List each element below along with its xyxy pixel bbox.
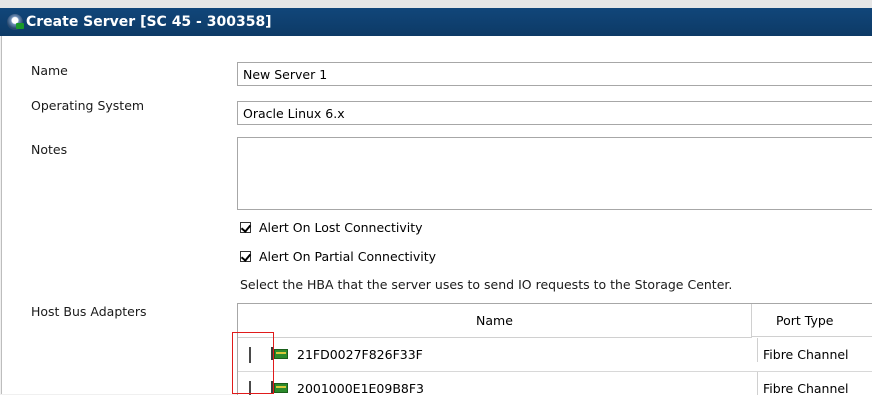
server-app-icon (7, 14, 24, 30)
column-header-port-type[interactable]: Port Type (752, 304, 872, 337)
alert-lost-connectivity-checkbox[interactable] (240, 222, 251, 233)
notes-textarea[interactable] (237, 137, 872, 210)
host-bus-adapters-label: Host Bus Adapters (31, 304, 147, 319)
dialog-title: Create Server [SC 45 - 300358] (26, 14, 272, 30)
hba-instruction-text: Select the HBA that the server uses to s… (240, 277, 733, 292)
table-row[interactable]: 21FD0027F826F33F Fibre Channel (238, 338, 872, 372)
operating-system-select[interactable]: Oracle Linux 6.x (237, 101, 872, 125)
hba-port-type: Fibre Channel (757, 372, 849, 395)
alert-partial-connectivity-label: Alert On Partial Connectivity (259, 249, 437, 264)
alert-partial-connectivity-checkbox[interactable] (240, 251, 251, 262)
hba-select-checkbox[interactable] (249, 381, 251, 395)
name-input[interactable]: New Server 1 (237, 62, 872, 86)
operating-system-label: Operating System (31, 98, 145, 113)
hba-card-icon (271, 381, 288, 394)
hba-table: Name Port Type 21FD0027F826F33F Fibre Ch… (237, 303, 872, 395)
alert-lost-connectivity-label: Alert On Lost Connectivity (259, 220, 423, 235)
column-header-name[interactable]: Name (238, 304, 752, 338)
dialog-titlebar[interactable]: Create Server [SC 45 - 300358] (0, 8, 872, 36)
hba-row-checkbox-cell[interactable] (249, 381, 251, 395)
hba-row-checkbox-cell[interactable] (249, 347, 251, 363)
hba-port-type: Fibre Channel (757, 338, 849, 362)
hba-name: 21FD0027F826F33F (297, 347, 423, 362)
hba-name: 2001000E1E09B8F3 (297, 381, 424, 395)
notes-label: Notes (31, 142, 68, 157)
alert-partial-connectivity-option[interactable]: Alert On Partial Connectivity (240, 249, 436, 264)
hba-select-checkbox[interactable] (249, 347, 251, 363)
alert-lost-connectivity-option[interactable]: Alert On Lost Connectivity (240, 220, 423, 235)
name-label: Name (31, 63, 68, 78)
table-row[interactable]: 2001000E1E09B8F3 Fibre Channel (238, 372, 872, 395)
hba-card-icon (271, 347, 288, 360)
